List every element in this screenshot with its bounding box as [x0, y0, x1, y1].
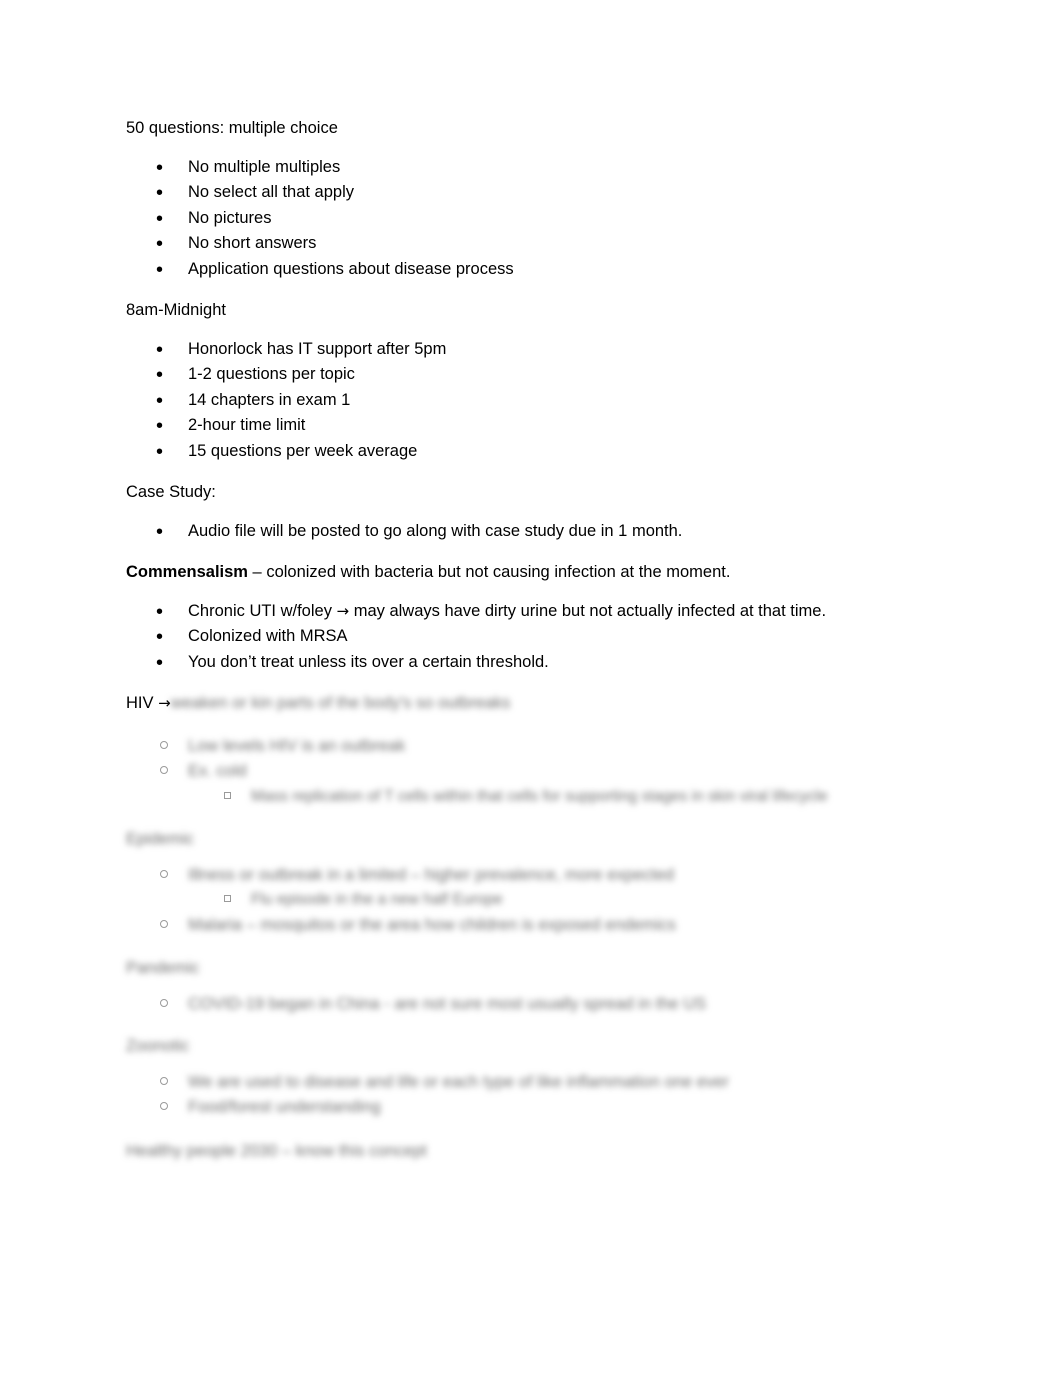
- list-item: Low levels HIV is an outbreak: [126, 736, 936, 755]
- list-item-label: 14 chapters in exam 1: [188, 390, 351, 409]
- list-item-label: No select all that apply: [188, 183, 355, 201]
- blurred-list-2: Illness or outbreak in a limited – highe…: [126, 865, 936, 934]
- list-item: • No multiple multiples: [126, 156, 936, 179]
- list-item-label: 2-hour time limit: [188, 416, 306, 434]
- list-item: Ex. cold: [126, 763, 936, 780]
- list-item: COVID-19 began in China - are not sure m…: [126, 994, 936, 1013]
- right-arrow-icon: →: [336, 601, 350, 620]
- list-item-label: 1-2 questions per topic: [188, 365, 355, 383]
- list-item-label: Mass replication of T cells within that …: [251, 787, 828, 805]
- right-arrow-icon: →: [158, 694, 171, 712]
- square-bullet-icon: [224, 895, 231, 902]
- commensalism-text: – colonized with bacteria but not causin…: [247, 563, 731, 581]
- healthy-people-heading: Healthy people 2030 – know this concept: [126, 1141, 427, 1160]
- list-item-label: Audio file will be posted to go along wi…: [188, 521, 683, 540]
- epidemic-heading: Epidemic: [126, 830, 194, 848]
- bullet-icon: •: [156, 258, 164, 281]
- list-item: Food/forest understanding: [126, 1099, 936, 1116]
- commensalism-term: Commensalism: [126, 563, 248, 581]
- list-item: Illness or outbreak in a limited – highe…: [126, 865, 936, 884]
- list-item: • 1-2 questions per topic: [126, 364, 936, 386]
- list-item-label: No multiple multiples: [188, 157, 341, 176]
- hiv-blurred-text: weaken or kin parts of the body's so out…: [170, 694, 511, 712]
- bullet-icon: •: [156, 626, 164, 648]
- list-item: Mass replication of T cells within that …: [126, 787, 936, 805]
- list-item: • Application questions about disease pro…: [126, 258, 936, 281]
- list-item-label: COVID-19 began in China - are not sure m…: [188, 994, 707, 1013]
- zoonotic-heading: Zoonotic: [126, 1037, 190, 1055]
- circle-bullet-icon: [160, 1102, 168, 1110]
- circle-bullet-icon: [160, 766, 168, 774]
- blurred-list-1: Low levels HIV is an outbreak Ex. cold M…: [126, 736, 936, 805]
- list-item-label: Flu episode in the a new half Europe: [251, 891, 503, 908]
- hiv-label: HIV: [126, 694, 159, 712]
- list-item: • No short answers: [126, 233, 936, 255]
- document-page: 50 questions: multiple choice • No multip…: [0, 0, 1062, 1377]
- list-item: • No pictures: [126, 207, 936, 230]
- circle-bullet-icon: [160, 1076, 168, 1085]
- list-item: • Honorlock has IT support after 5pm: [126, 338, 936, 361]
- hiv-line: HIV →weaken or kin parts of the body's s…: [126, 695, 936, 712]
- list-item-label: Food/forest understanding: [188, 1098, 381, 1116]
- square-bullet-icon: [224, 791, 231, 799]
- bullet-icon: •: [156, 440, 164, 463]
- blurred-list-3: COVID-19 began in China - are not sure m…: [126, 994, 936, 1013]
- bullet-icon: •: [156, 520, 164, 543]
- bullet-icon: •: [156, 338, 164, 361]
- bullet-icon: •: [156, 600, 164, 623]
- list-item: Malaria – mosquitos or the area how chil…: [126, 915, 936, 934]
- list-item-label: Honorlock has IT support after 5pm: [188, 339, 447, 358]
- list-item-label: No pictures: [188, 208, 272, 227]
- list-item: • No select all that apply: [126, 182, 936, 204]
- list-item: • 14 chapters in exam 1: [126, 389, 936, 412]
- circle-bullet-icon: [160, 919, 168, 928]
- circle-bullet-icon: [160, 998, 168, 1007]
- list-item: Flu episode in the a new half Europe: [126, 892, 936, 908]
- list-item-label: Low levels HIV is an outbreak: [188, 736, 406, 755]
- blurred-list-4: We are used to disease and life or each …: [126, 1072, 936, 1116]
- list-item-label: No short answers: [188, 234, 317, 252]
- pandemic-heading: Pandemic: [126, 959, 200, 977]
- circle-bullet-icon: [160, 869, 168, 878]
- case-study-heading: Case Study:: [126, 483, 216, 501]
- list-item-label: Illness or outbreak in a limited – highe…: [188, 865, 675, 884]
- exam-format-list: • No multiple multiples • No select all th…: [126, 156, 936, 281]
- list-item: • You don’t treat unless its over a certa…: [126, 651, 936, 674]
- intro-line: 50 questions: multiple choice: [126, 119, 338, 137]
- bullet-icon: •: [156, 415, 164, 437]
- bullet-icon: •: [156, 389, 164, 412]
- commensalism-list: • Chronic UTI w/foley → may always have d…: [126, 600, 936, 674]
- document-body: 50 questions: multiple choice • No multip…: [126, 120, 936, 1159]
- list-item-label: Malaria – mosquitos or the area how chil…: [188, 915, 676, 934]
- list-item-label: 15 questions per week average: [188, 441, 418, 460]
- bullet-icon: •: [156, 182, 164, 204]
- circle-bullet-icon: [160, 740, 168, 749]
- list-item-label: You don’t treat unless its over a certai…: [188, 652, 549, 671]
- bullet-icon: •: [156, 207, 164, 230]
- list-item: • 15 questions per week average: [126, 440, 936, 463]
- list-item: • Colonized with MRSA: [126, 626, 936, 648]
- list-item-label: Chronic UTI w/foley: [188, 601, 337, 620]
- bullet-icon: •: [156, 364, 164, 386]
- hours-heading: 8am-Midnight: [126, 301, 226, 319]
- list-item: • Audio file will be posted to go along w…: [126, 520, 936, 543]
- list-item: • Chronic UTI w/foley → may always have d…: [126, 600, 936, 623]
- list-item: • 2-hour time limit: [126, 415, 936, 437]
- bullet-icon: •: [156, 233, 164, 255]
- list-item-label: Colonized with MRSA: [188, 627, 348, 645]
- commensalism-definition: Commensalism – colonized with bacteria b…: [126, 564, 936, 581]
- case-study-list: • Audio file will be posted to go along w…: [126, 520, 936, 543]
- logistics-list: • Honorlock has IT support after 5pm • 1-2…: [126, 338, 936, 463]
- list-item-label: Application questions about disease proc…: [188, 259, 514, 278]
- list-item-label: We are used to disease and life or each …: [188, 1072, 729, 1091]
- list-item-label-tail: may always have dirty urine but not actu…: [349, 601, 827, 620]
- list-item-label: Ex. cold: [188, 762, 247, 780]
- bullet-icon: •: [156, 651, 164, 674]
- list-item: We are used to disease and life or each …: [126, 1072, 936, 1091]
- bullet-icon: •: [156, 156, 164, 179]
